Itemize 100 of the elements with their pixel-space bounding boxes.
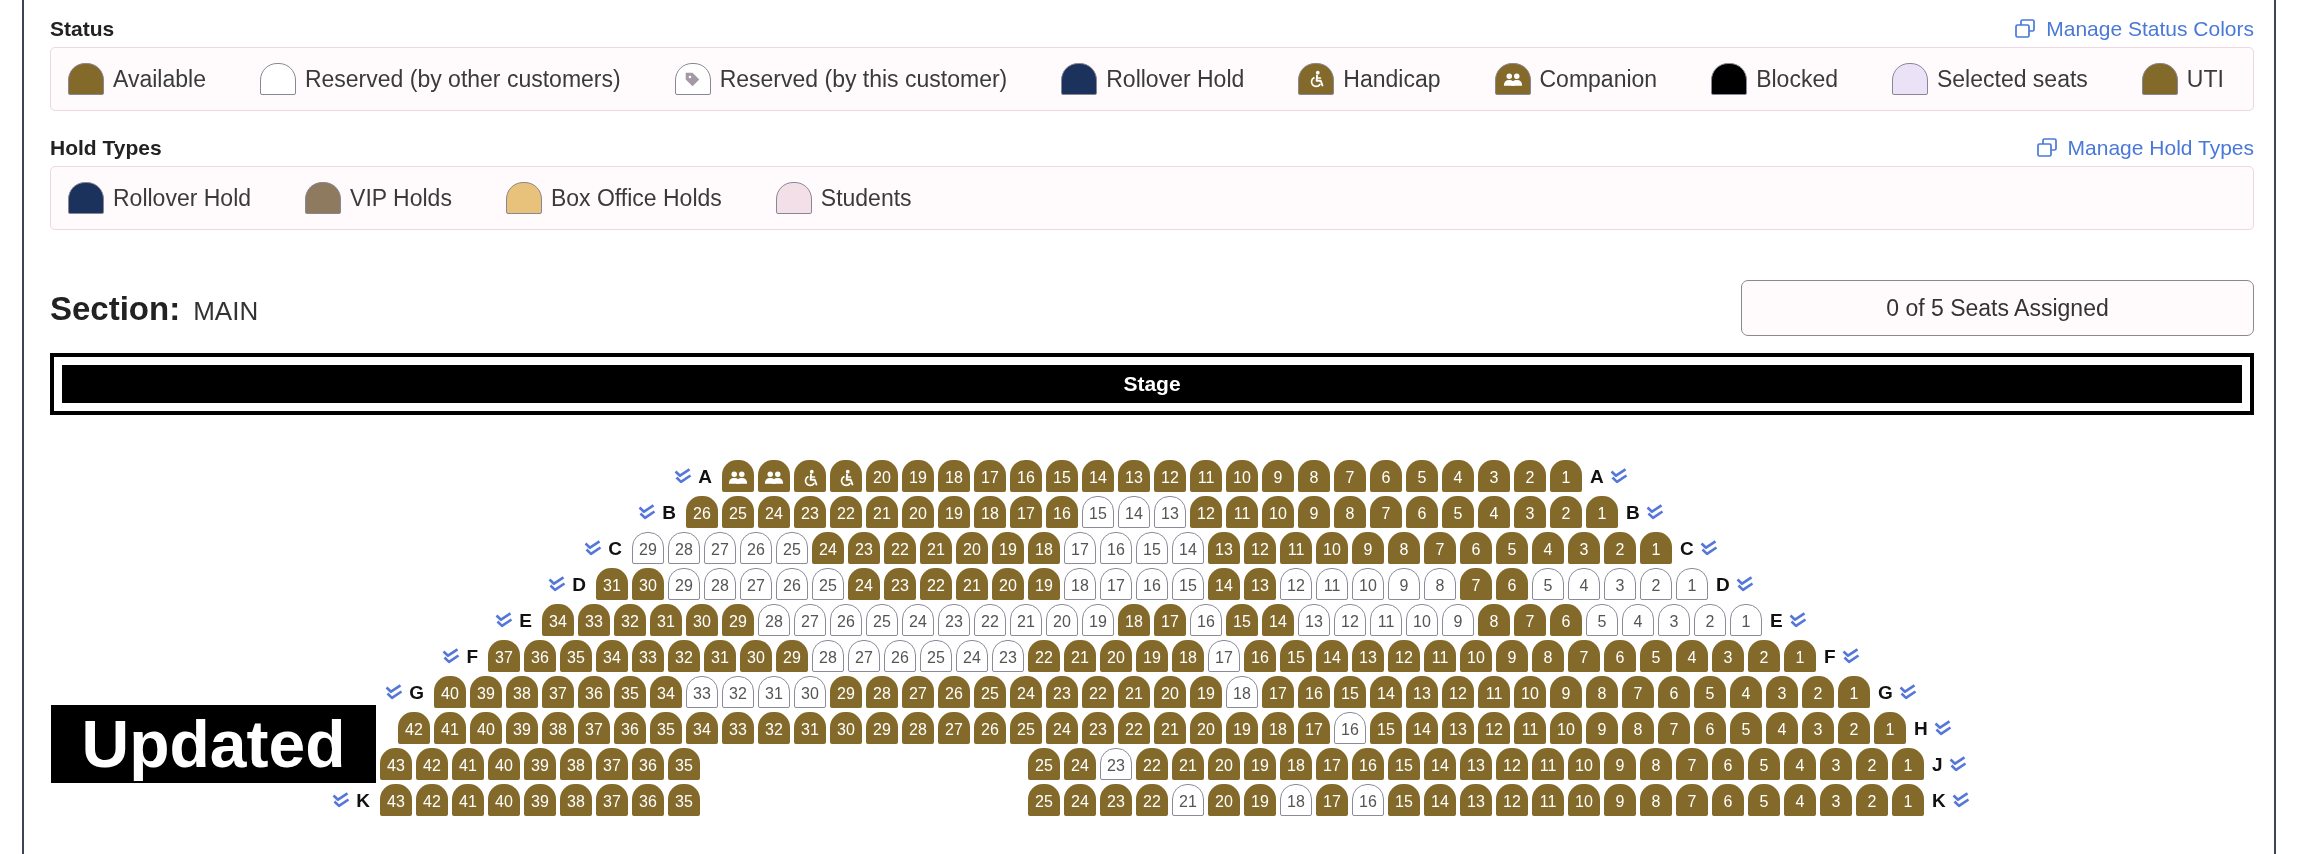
seat[interactable]: 7 [1676, 784, 1708, 816]
seat[interactable]: 35 [668, 748, 700, 780]
manage-link[interactable]: Manage Hold Types [2036, 136, 2254, 158]
seat[interactable]: 41 [452, 748, 484, 780]
seat[interactable]: 20 [1046, 604, 1078, 636]
seat[interactable]: 26 [938, 676, 970, 708]
seat[interactable]: 15 [1280, 640, 1312, 672]
seat[interactable]: 5 [1496, 532, 1528, 564]
seat[interactable]: 27 [902, 676, 934, 708]
seat[interactable]: 7 [1514, 604, 1546, 636]
seat[interactable]: 2 [1856, 748, 1888, 780]
seat[interactable]: 10 [1316, 532, 1348, 564]
seat[interactable]: 4 [1442, 460, 1474, 492]
seat[interactable]: 16 [1100, 532, 1132, 564]
seat[interactable]: 10 [1550, 712, 1582, 744]
seat[interactable]: 8 [1622, 712, 1654, 744]
seat[interactable]: 1 [1838, 676, 1870, 708]
seat[interactable]: 34 [650, 676, 682, 708]
seat[interactable]: 27 [704, 532, 736, 564]
seat[interactable]: 23 [992, 640, 1024, 672]
seat[interactable]: 23 [1100, 748, 1132, 780]
seat[interactable]: 26 [686, 496, 718, 528]
seat[interactable]: 6 [1712, 748, 1744, 780]
manage-link[interactable]: Manage Status Colors [2015, 17, 2254, 39]
seat[interactable]: 1 [1586, 496, 1618, 528]
seat[interactable]: 10 [1352, 568, 1384, 600]
seat[interactable]: 17 [1100, 568, 1132, 600]
seat[interactable]: 24 [1064, 784, 1096, 816]
seat[interactable]: 10 [1568, 784, 1600, 816]
seat[interactable]: 33 [722, 712, 754, 744]
seat[interactable]: 11 [1532, 784, 1564, 816]
seat[interactable]: 9 [1388, 568, 1420, 600]
seat[interactable]: 38 [506, 676, 538, 708]
seat[interactable]: 7 [1370, 496, 1402, 528]
seat[interactable]: 16 [1298, 676, 1330, 708]
seat[interactable]: 29 [668, 568, 700, 600]
seat[interactable]: 16 [1352, 784, 1384, 816]
seat[interactable]: 36 [524, 640, 556, 672]
double-check-icon[interactable] [1645, 504, 1664, 520]
seat[interactable]: 19 [1082, 604, 1114, 636]
seat[interactable]: 1 [1730, 604, 1762, 636]
seat[interactable]: 16 [1334, 712, 1366, 744]
seat[interactable]: 11 [1190, 460, 1222, 492]
seat[interactable]: 19 [1028, 568, 1060, 600]
seat[interactable]: 25 [920, 640, 952, 672]
seat[interactable]: 23 [1046, 676, 1078, 708]
seat[interactable]: 25 [1028, 784, 1060, 816]
seat[interactable]: 22 [1118, 712, 1150, 744]
seat[interactable]: 1 [1784, 640, 1816, 672]
seat[interactable]: 22 [830, 496, 862, 528]
seat[interactable]: 29 [866, 712, 898, 744]
seat[interactable]: 3 [1514, 496, 1546, 528]
seat[interactable]: 5 [1586, 604, 1618, 636]
seat[interactable]: 15 [1388, 748, 1420, 780]
seat[interactable]: 20 [1100, 640, 1132, 672]
seat[interactable]: 9 [1262, 460, 1294, 492]
seat[interactable]: 11 [1478, 676, 1510, 708]
seat[interactable]: 33 [632, 640, 664, 672]
seat[interactable]: 3 [1820, 748, 1852, 780]
seat[interactable]: 18 [1280, 748, 1312, 780]
double-check-icon[interactable] [1788, 612, 1807, 628]
seat[interactable]: 12 [1388, 640, 1420, 672]
seat[interactable]: 20 [1154, 676, 1186, 708]
seat[interactable]: 21 [920, 532, 952, 564]
seat[interactable]: 7 [1334, 460, 1366, 492]
seat[interactable]: 8 [1334, 496, 1366, 528]
seat[interactable]: 2 [1694, 604, 1726, 636]
seat[interactable]: 20 [1208, 748, 1240, 780]
seat[interactable]: 3 [1820, 784, 1852, 816]
seat[interactable]: 40 [470, 712, 502, 744]
seat[interactable]: 23 [848, 532, 880, 564]
seat[interactable]: 28 [866, 676, 898, 708]
seat[interactable]: 35 [668, 784, 700, 816]
seat[interactable]: 2 [1802, 676, 1834, 708]
seat[interactable]: 22 [884, 532, 916, 564]
seat[interactable]: 12 [1154, 460, 1186, 492]
seat[interactable]: 24 [812, 532, 844, 564]
double-check-icon[interactable] [442, 648, 461, 664]
seat[interactable]: 20 [992, 568, 1024, 600]
seat[interactable] [794, 460, 826, 492]
double-check-icon[interactable] [1609, 468, 1628, 484]
seat[interactable]: 27 [848, 640, 880, 672]
seat[interactable]: 26 [776, 568, 808, 600]
double-check-icon[interactable] [1948, 756, 1967, 772]
seat[interactable]: 14 [1316, 640, 1348, 672]
seat[interactable]: 6 [1550, 604, 1582, 636]
seat[interactable]: 6 [1460, 532, 1492, 564]
seat[interactable]: 25 [812, 568, 844, 600]
seat[interactable]: 26 [884, 640, 916, 672]
seat[interactable]: 15 [1172, 568, 1204, 600]
seat[interactable]: 3 [1802, 712, 1834, 744]
seat[interactable]: 36 [578, 676, 610, 708]
seat[interactable]: 19 [938, 496, 970, 528]
seat[interactable]: 27 [938, 712, 970, 744]
seat[interactable]: 22 [920, 568, 952, 600]
seat[interactable]: 21 [1172, 748, 1204, 780]
seat[interactable]: 32 [614, 604, 646, 636]
seat[interactable]: 24 [902, 604, 934, 636]
seat[interactable]: 7 [1622, 676, 1654, 708]
seat[interactable]: 14 [1424, 784, 1456, 816]
